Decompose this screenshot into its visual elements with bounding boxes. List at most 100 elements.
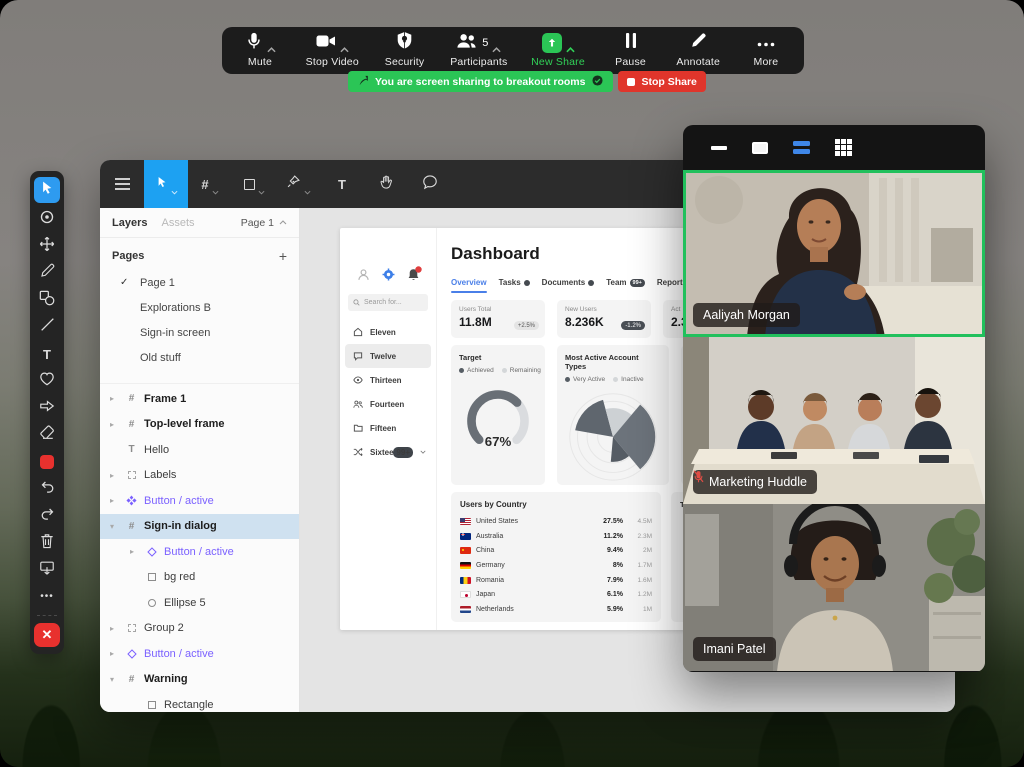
main-menu-button[interactable] bbox=[100, 178, 144, 190]
chevron-right-icon[interactable]: ▸ bbox=[110, 471, 114, 480]
text-tool-icon: T bbox=[338, 178, 346, 191]
chevron-up-icon[interactable] bbox=[566, 40, 575, 46]
share-screen-icon bbox=[542, 33, 562, 53]
stamp-heart-button[interactable] bbox=[34, 370, 60, 392]
stamp-arrow-button[interactable] bbox=[34, 397, 60, 419]
video-tile-marketing-huddle[interactable]: Marketing Huddle bbox=[683, 337, 985, 504]
chevron-right-icon[interactable]: ▸ bbox=[130, 547, 134, 556]
line-icon bbox=[40, 317, 55, 337]
chevron-right-icon[interactable]: ▸ bbox=[110, 649, 114, 658]
chevron-up-icon[interactable] bbox=[492, 40, 501, 46]
comment-tool-button[interactable] bbox=[408, 160, 452, 208]
hand-tool-button[interactable] bbox=[364, 160, 408, 208]
video-tile-aaliyah-morgan[interactable]: Aaliyah Morgan bbox=[683, 170, 985, 337]
minimize-button[interactable] bbox=[711, 146, 727, 150]
pen-tool-button[interactable] bbox=[276, 160, 320, 208]
page-item[interactable]: Sign-in screen bbox=[100, 320, 299, 345]
mute-button[interactable]: Mute bbox=[238, 33, 282, 68]
country-row: Netherlands5.9%1M bbox=[460, 602, 652, 617]
chevron-right-icon[interactable]: ▸ bbox=[110, 420, 114, 429]
gallery-view-button[interactable] bbox=[835, 139, 852, 156]
search-input: Search for... bbox=[348, 294, 428, 311]
page-selector[interactable]: Page 1 bbox=[241, 217, 287, 229]
layer-row[interactable]: Ellipse 5 bbox=[100, 590, 299, 616]
chevron-right-icon[interactable]: ▸ bbox=[110, 394, 114, 403]
layer-row[interactable]: Rectangle bbox=[100, 692, 299, 712]
account-types-card: Most Active Account Types Very Active In… bbox=[557, 345, 669, 485]
text-tool-button[interactable]: T bbox=[34, 343, 60, 365]
chevron-down-icon[interactable]: ▾ bbox=[110, 522, 114, 531]
spotlight-icon bbox=[39, 209, 55, 230]
pause-share-button[interactable]: Pause bbox=[609, 33, 653, 68]
layer-row[interactable]: THello bbox=[100, 437, 299, 463]
frame-icon: # bbox=[125, 419, 138, 430]
tab-layers[interactable]: Layers bbox=[112, 217, 147, 229]
chevron-right-icon[interactable]: ▸ bbox=[110, 496, 114, 505]
layer-row-selected[interactable]: ▾#Sign-in dialog bbox=[100, 514, 299, 540]
layer-row[interactable]: ▸Button / active bbox=[100, 641, 299, 667]
color-picker-button[interactable] bbox=[34, 451, 60, 473]
shape-tool-button[interactable] bbox=[232, 160, 276, 208]
flag-china bbox=[460, 547, 471, 554]
participant-name-tag: Aaliyah Morgan bbox=[693, 303, 800, 327]
frame-tool-button[interactable]: # bbox=[188, 160, 232, 208]
speaker-view-button[interactable] bbox=[793, 141, 810, 155]
clear-button[interactable] bbox=[34, 532, 60, 554]
video-tile-imani-patel[interactable]: Imani Patel bbox=[683, 504, 985, 671]
text-tool-button[interactable]: T bbox=[320, 160, 364, 208]
users-by-country-card: Users by Country United States27.5%4.5M … bbox=[451, 492, 661, 622]
layer-row[interactable]: ▸Labels bbox=[100, 463, 299, 489]
participants-count: 5 bbox=[482, 37, 488, 49]
layer-row[interactable]: ▾#Warning bbox=[100, 667, 299, 693]
annotation-toolbar: T ••• ✕ bbox=[30, 171, 64, 654]
line-tool-button[interactable] bbox=[34, 316, 60, 338]
page-item[interactable]: ✓Page 1 bbox=[100, 270, 299, 295]
tab-documents: Documents bbox=[542, 278, 595, 287]
move-tool-button[interactable] bbox=[144, 160, 188, 208]
stop-video-button[interactable]: Stop Video bbox=[306, 33, 359, 68]
select-tool-button[interactable] bbox=[34, 177, 60, 203]
layer-row[interactable]: ▸#Top-level frame bbox=[100, 412, 299, 438]
layer-row[interactable]: ▸#Frame 1 bbox=[100, 386, 299, 412]
stop-share-button[interactable]: Stop Share bbox=[618, 71, 705, 92]
chevron-down-icon[interactable]: ▾ bbox=[110, 675, 114, 684]
page-item[interactable]: Old stuff bbox=[100, 345, 299, 370]
draw-tool-button[interactable] bbox=[34, 262, 60, 284]
redo-button[interactable] bbox=[34, 505, 60, 527]
new-share-button[interactable]: New Share bbox=[531, 33, 585, 68]
page-item[interactable]: Explorations B bbox=[100, 295, 299, 320]
chevron-up-icon[interactable] bbox=[340, 40, 349, 46]
layer-row[interactable]: ▸Button / active bbox=[100, 488, 299, 514]
tab-assets[interactable]: Assets bbox=[161, 217, 194, 229]
shapes-tool-button[interactable] bbox=[34, 289, 60, 311]
close-annotation-button[interactable]: ✕ bbox=[34, 623, 60, 647]
sharing-status-text: You are screen sharing to breakout rooms bbox=[375, 76, 585, 88]
undo-button[interactable] bbox=[34, 478, 60, 500]
arrow-right-icon bbox=[39, 399, 55, 418]
participants-button[interactable]: 5 Participants bbox=[450, 33, 507, 68]
layer-row[interactable]: ▸Button / active bbox=[100, 539, 299, 565]
more-button[interactable]: More bbox=[744, 33, 788, 68]
layer-row[interactable]: bg red bbox=[100, 565, 299, 591]
stop-share-label: Stop Share bbox=[641, 76, 696, 88]
save-annotation-button[interactable] bbox=[34, 559, 60, 581]
annotate-button[interactable]: Annotate bbox=[676, 33, 720, 68]
chevron-down-icon bbox=[420, 450, 426, 454]
move-tool-button[interactable] bbox=[34, 235, 60, 257]
chevron-right-icon[interactable]: ▸ bbox=[110, 624, 114, 633]
pages-title: Pages bbox=[112, 250, 144, 262]
chevron-up-icon[interactable] bbox=[267, 40, 276, 46]
check-circle-icon[interactable] bbox=[592, 75, 603, 89]
layer-row[interactable]: ▸Group 2 bbox=[100, 616, 299, 642]
fullscreen-button[interactable] bbox=[752, 142, 768, 154]
flag-germany bbox=[460, 562, 471, 569]
spotlight-tool-button[interactable] bbox=[34, 208, 60, 230]
flag-united-states bbox=[460, 518, 471, 525]
annotation-more-button[interactable]: ••• bbox=[34, 586, 60, 608]
eraser-tool-button[interactable] bbox=[34, 424, 60, 446]
security-button[interactable]: Security bbox=[383, 33, 427, 68]
layers-panel: Layers Assets Page 1 Pages + ✓Page 1 Exp… bbox=[100, 208, 300, 712]
add-page-button[interactable]: + bbox=[279, 249, 287, 263]
folder-icon bbox=[353, 423, 363, 433]
instance-icon bbox=[145, 547, 158, 557]
